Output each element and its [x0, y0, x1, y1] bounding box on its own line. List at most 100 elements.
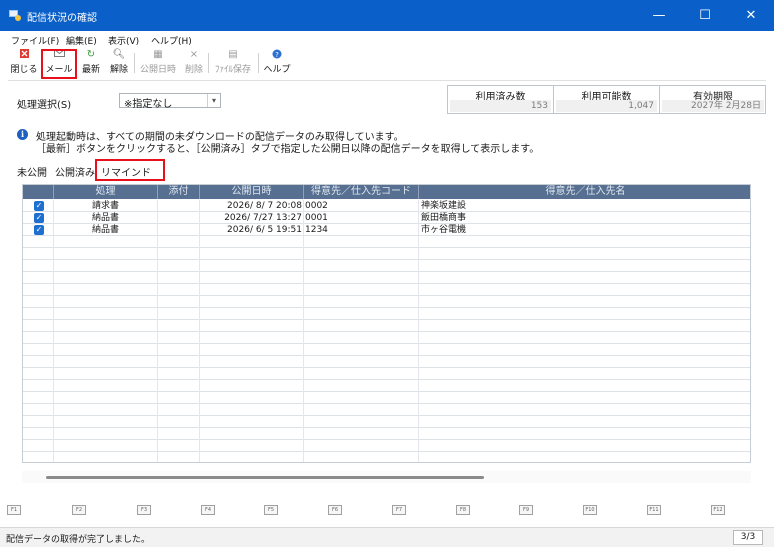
table-row-empty[interactable]	[23, 272, 750, 284]
cell-attach	[158, 284, 200, 296]
cell-attach	[158, 248, 200, 260]
table-row-empty[interactable]	[23, 284, 750, 296]
cell-attach	[158, 332, 200, 344]
cell-process	[54, 308, 158, 320]
table-row-empty[interactable]	[23, 404, 750, 416]
table-row[interactable]: ✓ 納品書 2026/ 7/27 13:27 0001 飯田橋商事	[23, 212, 750, 224]
table-row-empty[interactable]	[23, 236, 750, 248]
cell-attach	[158, 212, 200, 224]
process-label: 処理選択(S)	[17, 100, 72, 111]
cell-check	[23, 428, 54, 440]
function-key-f2[interactable]: F2	[72, 505, 86, 515]
cell-attach	[158, 356, 200, 368]
table-row-empty[interactable]	[23, 320, 750, 332]
cell-code	[304, 452, 419, 462]
function-key-f1[interactable]: F1	[7, 505, 21, 515]
menu-file[interactable]: ファイル(F)	[11, 34, 59, 47]
function-key-f11[interactable]: F11	[647, 505, 661, 515]
table-row-empty[interactable]	[23, 452, 750, 462]
menu-edit[interactable]: 編集(E)	[66, 34, 97, 47]
cell-date	[200, 332, 304, 344]
cancel-button[interactable]: 🔍︎ 解除	[107, 48, 131, 76]
tab-reminder[interactable]: リマインド	[95, 159, 165, 181]
cell-process: 納品書	[54, 224, 158, 236]
refresh-button[interactable]: ↻ 最新	[79, 48, 103, 76]
cell-code: 1234	[304, 224, 419, 236]
table-row-empty[interactable]	[23, 368, 750, 380]
minimize-button[interactable]: —	[636, 0, 682, 31]
row-checkbox[interactable]: ✓	[34, 225, 44, 235]
cell-attach	[158, 320, 200, 332]
cell-check	[23, 380, 54, 392]
cell-date	[200, 380, 304, 392]
close-button[interactable]: 閉じる	[9, 48, 39, 76]
function-key-f10[interactable]: F10	[583, 505, 597, 515]
menu-view[interactable]: 表示(V)	[108, 34, 139, 47]
cell-code	[304, 392, 419, 404]
function-key-f3[interactable]: F3	[137, 505, 151, 515]
function-key-f9[interactable]: F9	[519, 505, 533, 515]
table-row-empty[interactable]	[23, 440, 750, 452]
table-row-empty[interactable]	[23, 344, 750, 356]
table-row-empty[interactable]	[23, 428, 750, 440]
table-row-empty[interactable]	[23, 416, 750, 428]
info-text-2: ［最新］ボタンをクリックすると、［公開済み］タブで指定した公開日以降の配信データ…	[36, 144, 540, 155]
row-checkbox[interactable]: ✓	[34, 213, 44, 223]
function-key-f8[interactable]: F8	[456, 505, 470, 515]
table-row[interactable]: ✓ 納品書 2026/ 6/ 5 19:51 1234 市ヶ谷電機	[23, 224, 750, 236]
table-row[interactable]: ✓ 請求書 2026/ 8/ 7 20:08 0002 神楽坂建設	[23, 200, 750, 212]
publish-date-button[interactable]: ▦ 公開日時	[137, 48, 179, 76]
help-button[interactable]: ? ヘルプ	[262, 48, 292, 76]
cell-date	[200, 392, 304, 404]
col-partner-code[interactable]: 得意先／仕入先コード	[304, 185, 419, 199]
table-row-empty[interactable]	[23, 332, 750, 344]
table-row-empty[interactable]	[23, 296, 750, 308]
delete-button[interactable]: × 削除	[182, 48, 206, 76]
cell-check	[23, 260, 54, 272]
function-key-f6[interactable]: F6	[328, 505, 342, 515]
cell-attach	[158, 452, 200, 462]
function-key-f12[interactable]: F12	[711, 505, 725, 515]
function-key-f5[interactable]: F5	[264, 505, 278, 515]
maximize-button[interactable]: ☐	[682, 0, 728, 31]
col-process[interactable]: 処理	[54, 185, 158, 199]
tab-published[interactable]: 公開済み	[55, 164, 95, 179]
stat-available: 利用可能数 1,047	[554, 86, 660, 113]
table-row-empty[interactable]	[23, 260, 750, 272]
cell-code: 0002	[304, 200, 419, 212]
cell-code: 0001	[304, 212, 419, 224]
table-row-empty[interactable]	[23, 356, 750, 368]
mail-button-highlight	[41, 49, 77, 79]
toolbar-separator	[258, 53, 259, 73]
app-icon	[9, 10, 21, 21]
stat-expiry: 有効期限 2027年 2月28日	[660, 86, 766, 113]
menu-help[interactable]: ヘルプ(H)	[151, 34, 192, 47]
table-row-empty[interactable]	[23, 380, 750, 392]
cell-process	[54, 344, 158, 356]
close-button-label: 閉じる	[10, 65, 38, 75]
table-row-empty[interactable]	[23, 308, 750, 320]
function-key-f4[interactable]: F4	[201, 505, 215, 515]
horizontal-scrollbar-thumb[interactable]	[46, 476, 484, 479]
cell-name	[419, 356, 750, 368]
row-checkbox[interactable]: ✓	[34, 201, 44, 211]
table-row-empty[interactable]	[23, 392, 750, 404]
cell-code	[304, 320, 419, 332]
close-window-button[interactable]: ✕	[728, 0, 774, 31]
cell-check	[23, 236, 54, 248]
function-key-f7[interactable]: F7	[392, 505, 406, 515]
col-partner-name[interactable]: 得意先／仕入先名	[419, 185, 750, 199]
table-row-empty[interactable]	[23, 248, 750, 260]
magnifier-icon: 🔍︎	[112, 49, 126, 60]
cell-code	[304, 368, 419, 380]
cell-code	[304, 308, 419, 320]
data-grid: 処理 添付 公開日時 得意先／仕入先コード 得意先／仕入先名 ✓ 請求書 2026/…	[22, 184, 751, 463]
publish-date-button-label: 公開日時	[139, 65, 176, 75]
stat-used: 利用済み数 153	[448, 86, 554, 113]
tab-unpublished[interactable]: 未公開	[17, 164, 47, 179]
grid-header: 処理 添付 公開日時 得意先／仕入先コード 得意先／仕入先名	[23, 185, 750, 199]
save-file-button[interactable]: ▤ ﾌｧｲﾙ保存	[210, 48, 256, 76]
col-attach[interactable]: 添付	[158, 185, 200, 199]
process-select[interactable]: ※指定なし ▾	[119, 93, 221, 110]
col-publish-date[interactable]: 公開日時	[200, 185, 304, 199]
